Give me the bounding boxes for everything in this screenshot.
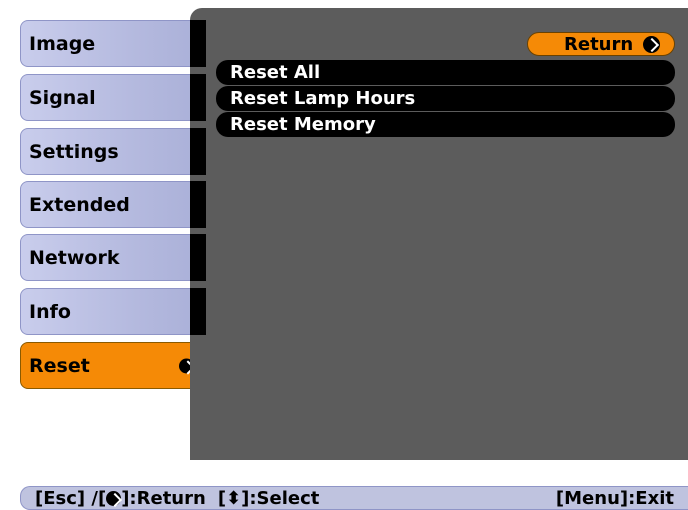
menu-item-label: Reset [29, 354, 90, 377]
menu-item-label: Signal [29, 86, 96, 109]
return-hint: ]:Return [121, 487, 206, 509]
enter-icon [106, 490, 122, 506]
esc-hint: [Esc] /[ [35, 487, 107, 509]
menu-item-label: Image [29, 32, 96, 55]
tab-notch [190, 288, 206, 335]
reset-all-item[interactable]: Reset All [216, 60, 675, 85]
menu-item-label: Info [29, 300, 71, 323]
menu-item-network[interactable]: Network [20, 234, 202, 281]
menu-item-signal[interactable]: Signal [20, 74, 202, 121]
menu-item-image[interactable]: Image [20, 20, 202, 67]
menu-item-label: Extended [29, 193, 130, 216]
select-hint: [⬍]:Select [217, 487, 320, 509]
menu-item-settings[interactable]: Settings [20, 128, 202, 175]
tab-notch [190, 181, 206, 228]
footer-help-bar: [Esc] /[ ]:Return [⬍]:Select [Menu]:Exit [20, 486, 688, 510]
menu-item-label: Network [29, 246, 120, 269]
tab-notch [190, 20, 206, 67]
exit-hint: [Menu]:Exit [555, 487, 674, 509]
menu-item-extended[interactable]: Extended [20, 181, 202, 228]
menu-item-reset[interactable]: Reset [20, 342, 203, 389]
return-label: Return [564, 33, 634, 55]
tab-notch [190, 234, 206, 281]
return-button[interactable]: Return [527, 32, 675, 56]
reset-lamp-hours-label: Reset Lamp Hours [230, 88, 416, 109]
reset-lamp-hours-item[interactable]: Reset Lamp Hours [216, 86, 675, 111]
enter-icon [643, 35, 661, 53]
reset-all-label: Reset All [230, 62, 321, 83]
menu-item-info[interactable]: Info [20, 288, 202, 335]
menu-item-label: Settings [29, 140, 119, 163]
tab-notch [190, 128, 206, 175]
tab-notch [190, 74, 206, 121]
reset-memory-item[interactable]: Reset Memory [216, 112, 675, 137]
reset-memory-label: Reset Memory [230, 114, 376, 135]
